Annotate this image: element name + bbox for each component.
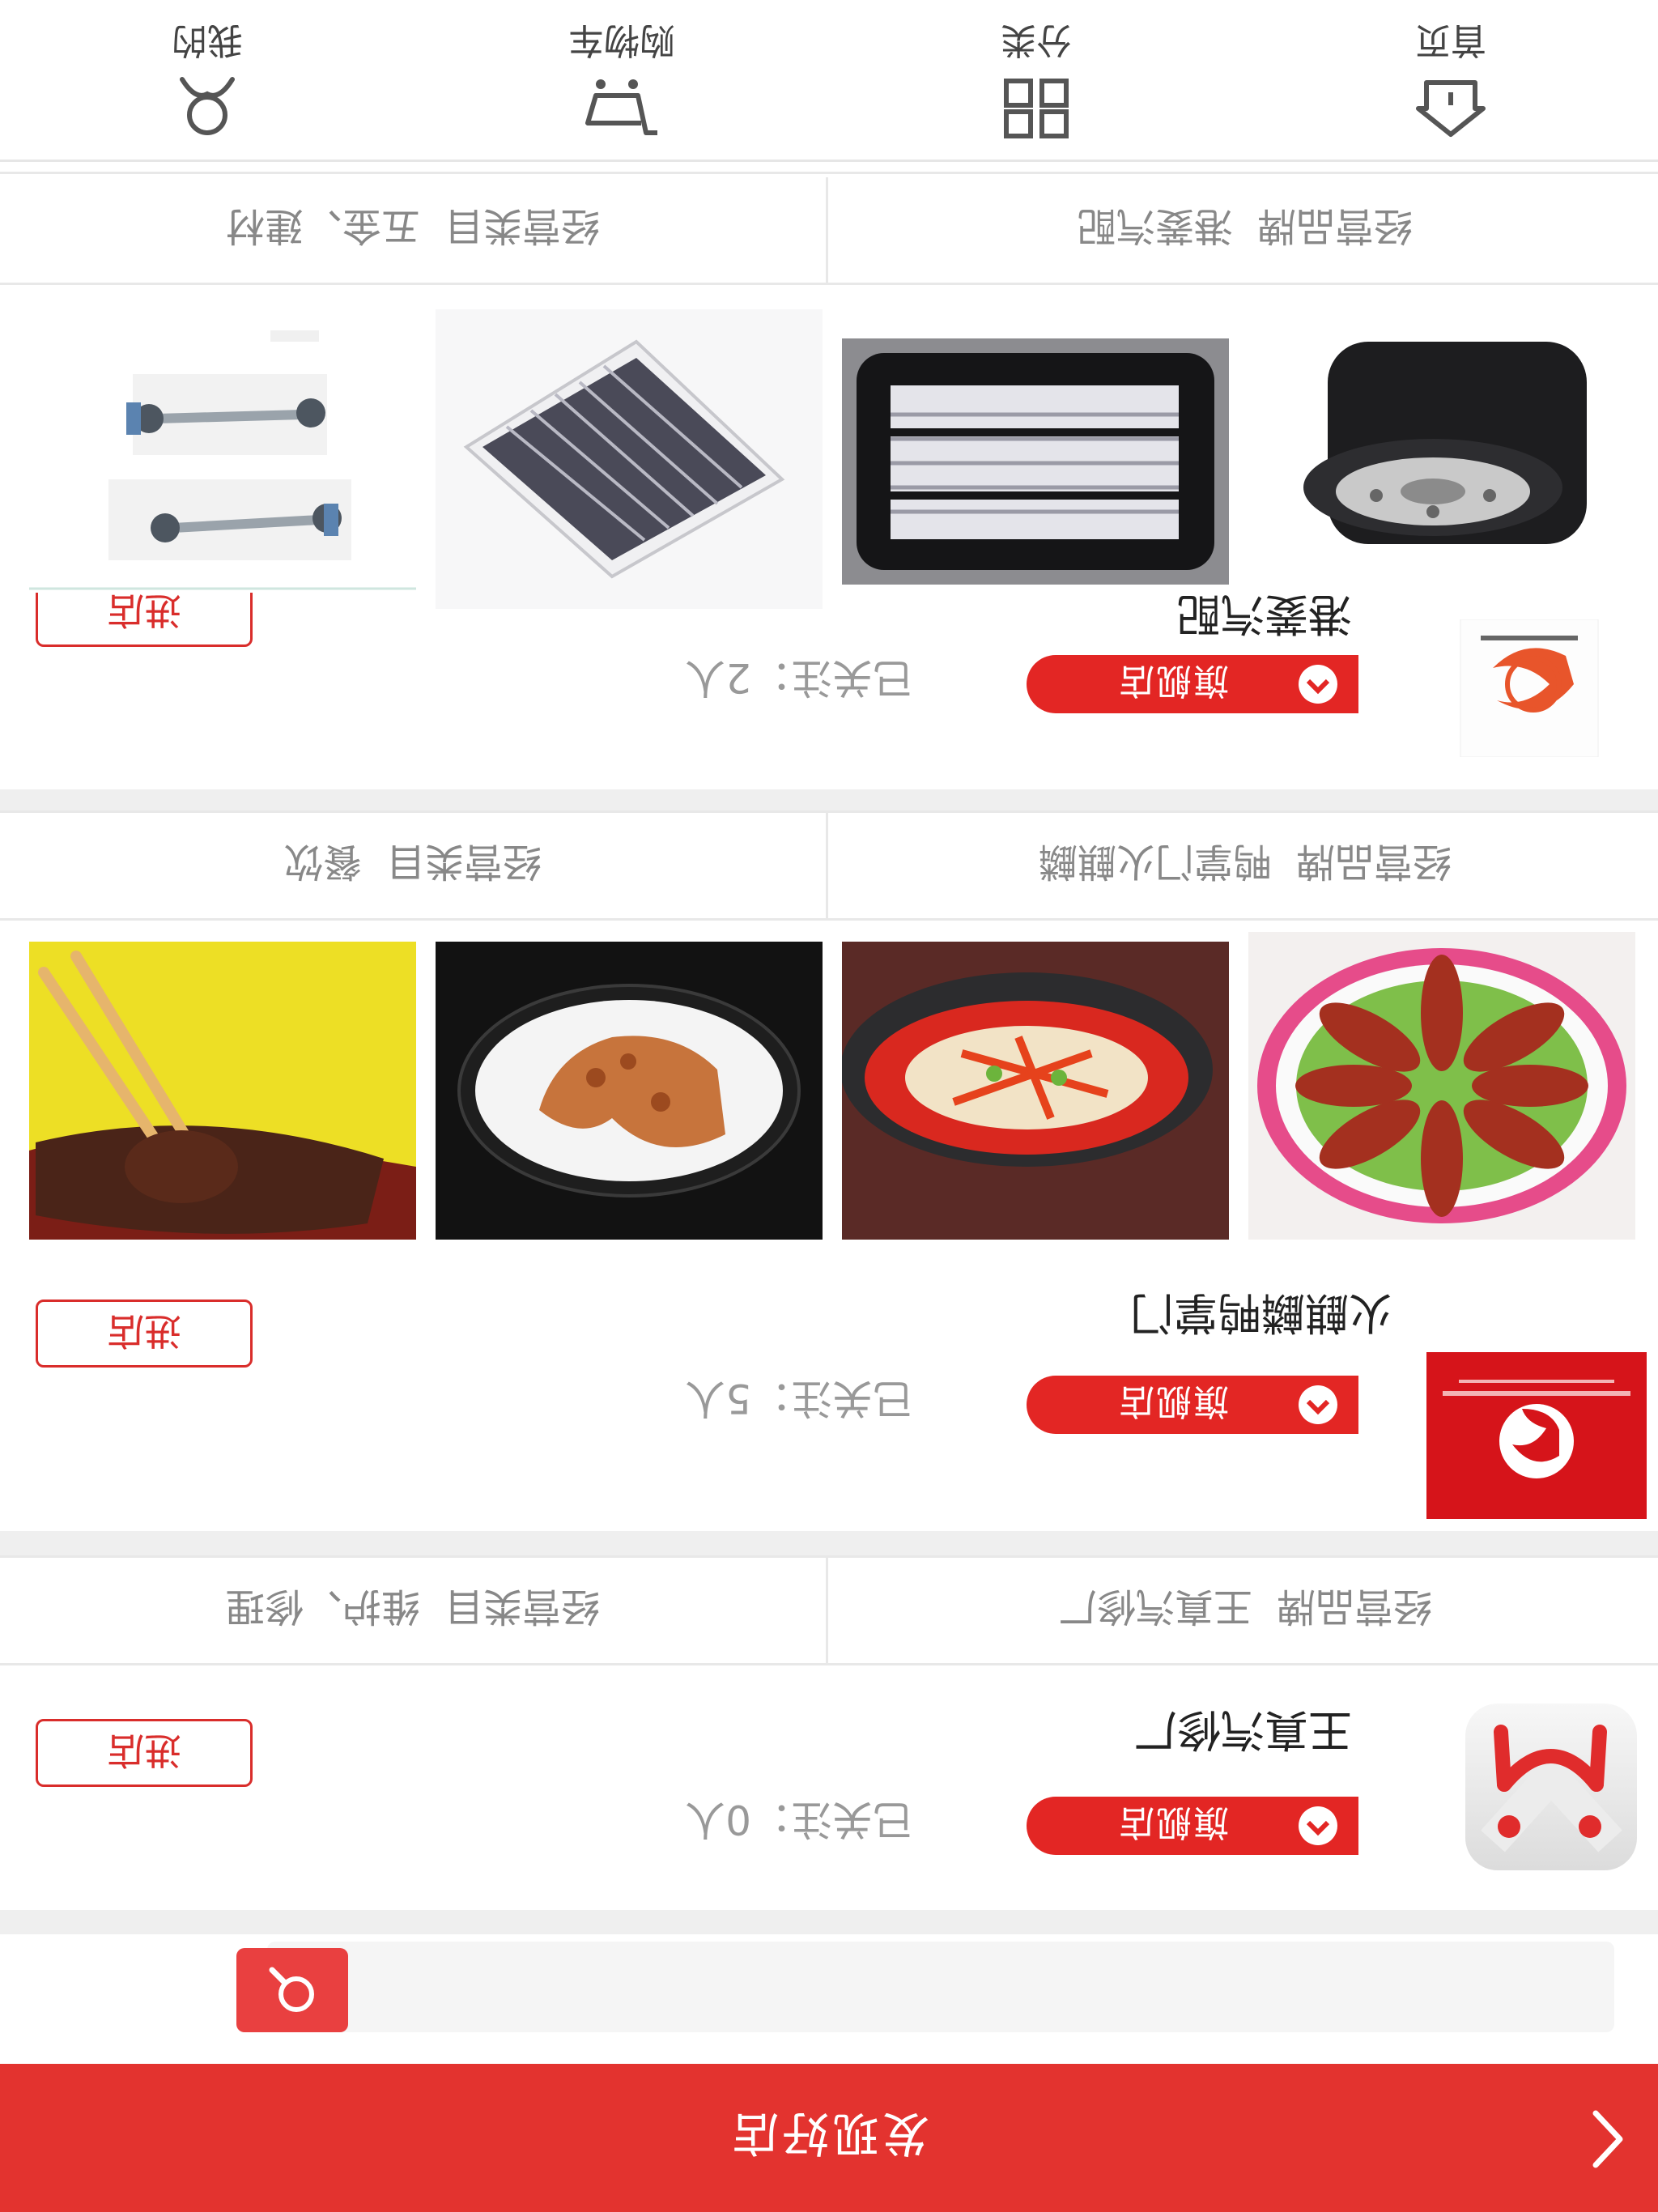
product-image[interactable] [29,317,416,593]
product-image[interactable] [436,309,823,609]
tab-label: 购物车 [568,19,675,62]
shop-logo [1426,619,1647,757]
home-icon [1416,80,1486,138]
tab-cart[interactable]: 购物车 [414,0,829,160]
product-strip [0,285,1658,609]
section-divider [0,1910,1658,1934]
back-button[interactable] [1569,2103,1642,2176]
tab-home[interactable]: 首页 [1244,0,1658,160]
category-icon [1004,79,1069,139]
brand-value: 港菱汽配 [1077,203,1233,249]
shop-card[interactable]: 王真汽修厂 旗舰店 已关注：0人 进店 [0,1665,1658,1910]
page-title: 发现好店 [729,2106,930,2162]
back-arrow-icon [1592,2110,1623,2168]
shop-tags: 经营品牌 鸭掌门火麒麟 经营类目 餐饮 [0,810,1658,921]
category-tag: 经营类目 餐饮 [0,813,828,918]
product-image[interactable] [29,942,416,1240]
shop-logo [1426,1704,1647,1874]
category-value: 维护、修理 [225,1584,420,1629]
brand-value: 王真汽修厂 [1057,1584,1252,1629]
shop-logo [1426,1352,1647,1519]
tab-me[interactable]: 我的 [0,0,414,160]
brand-value: 鸭掌门火麒麟 [1038,839,1272,884]
section-divider [0,789,1658,810]
tab-category[interactable]: 分类 [829,0,1244,160]
product-strip [0,921,1658,1288]
flagship-badge: 旗舰店 [1027,1797,1358,1855]
flagship-badge: 旗舰店 [1027,655,1358,713]
category-tag: 经营类目 五金、建材 [0,177,828,283]
search-icon [269,1967,314,2012]
product-image[interactable] [1248,293,1635,593]
category-tag: 经营类目 维护、修理 [0,1558,828,1663]
badge-label: 旗舰店 [1117,1380,1229,1422]
chevron-badge-icon [1278,655,1358,713]
follower-count: 已关注：0人 [685,1796,913,1843]
shop-name: 港菱汽配 [1177,589,1352,640]
enter-shop-button[interactable]: 进店 [36,1300,253,1368]
cart-icon [585,79,657,136]
chevron-badge-icon [1278,1376,1358,1434]
category-value: 餐饮 [283,839,362,884]
tab-label: 首页 [1415,19,1486,62]
enter-shop-button[interactable]: 进店 [36,1719,253,1787]
follower-count: 已关注：5人 [685,1375,913,1422]
product-image[interactable] [436,942,823,1240]
shop-tags: 经营品牌 港菱汽配 经营类目 五金、建材 [0,172,1658,285]
search-input[interactable] [267,1942,1614,2032]
section-divider [0,1531,1658,1555]
badge-label: 旗舰店 [1117,1802,1229,1843]
brand-tag: 经营品牌 王真汽修厂 [832,1558,1658,1663]
product-image[interactable] [1248,932,1635,1240]
category-value: 五金、建材 [225,203,420,249]
follower-count: 已关注：2人 [685,654,913,701]
product-image[interactable] [842,942,1229,1240]
shop-tags: 经营品牌 王真汽修厂 经营类目 维护、修理 [0,1555,1658,1665]
tab-label: 我的 [172,19,243,62]
search-bar [0,1934,1658,2064]
shop-name: 火麒麟鸭掌门 [1130,1287,1392,1338]
chevron-badge-icon [1278,1797,1358,1855]
flagship-badge: 旗舰店 [1027,1376,1358,1434]
user-icon [180,77,235,136]
shop-name: 王真汽修厂 [1133,1704,1352,1755]
product-image[interactable] [842,338,1229,585]
header-bar: 发现好店 [0,2064,1658,2212]
badge-label: 旗舰店 [1117,660,1229,701]
tab-label: 分类 [1001,19,1072,62]
search-button[interactable] [236,1948,348,2032]
brand-tag: 经营品牌 鸭掌门火麒麟 [832,813,1658,918]
bottom-tab-bar: 首页 分类 购物车 我的 [0,0,1658,162]
brand-tag: 经营品牌 港菱汽配 [832,177,1658,283]
